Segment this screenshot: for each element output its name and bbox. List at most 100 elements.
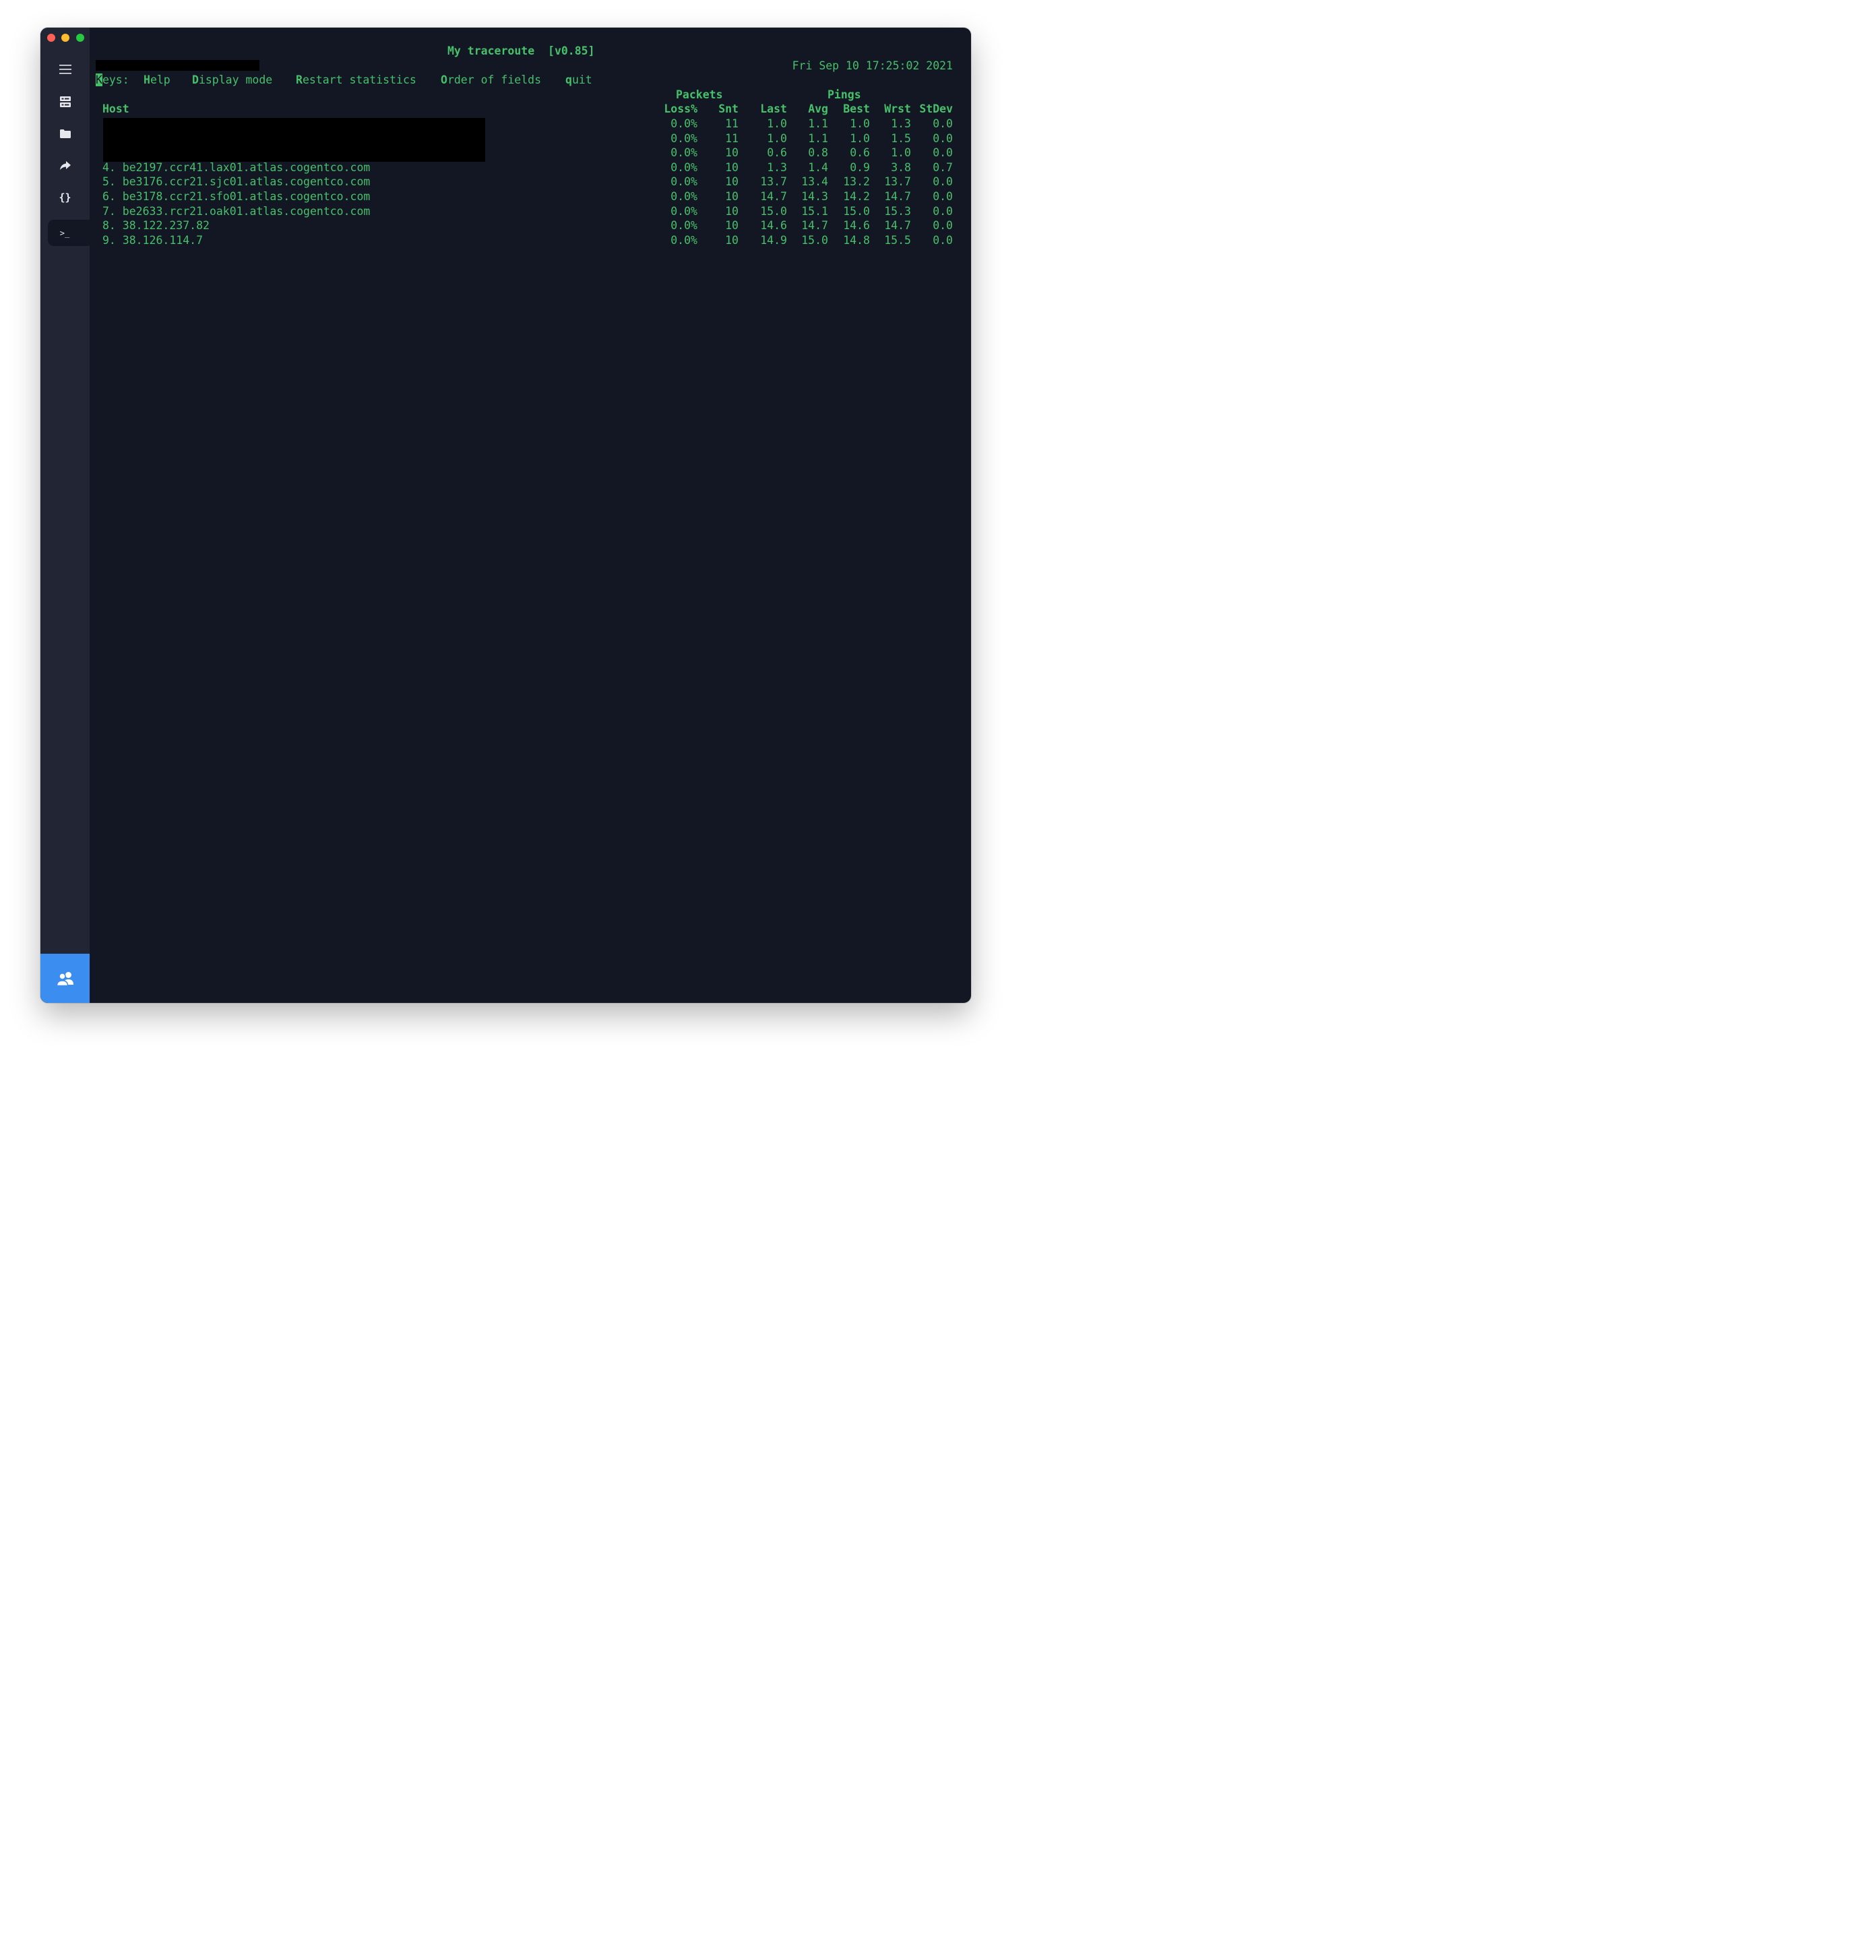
sidebar-item-files[interactable] xyxy=(40,121,90,146)
terminal[interactable]: My traceroute [v0.85] Fri Sep 10 17:25:0… xyxy=(90,28,971,1003)
hop-host: 9. 38.126.114.7 xyxy=(102,233,204,247)
hop-avg: 15.0 xyxy=(801,233,828,247)
hop-last: 1.3 xyxy=(767,160,787,174)
sidebar-item-snippets[interactable]: {} xyxy=(40,185,90,210)
hop-stdev: 0.7 xyxy=(933,160,953,174)
hop-last: 15.0 xyxy=(760,204,787,218)
hop-loss: 0.0% xyxy=(670,233,697,247)
hop-wrst: 1.3 xyxy=(891,117,911,130)
hop-best: 15.0 xyxy=(843,204,870,218)
hop-stdev: 0.0 xyxy=(933,190,953,203)
terminal-cursor: K xyxy=(96,73,102,86)
curly-braces-icon: {} xyxy=(59,191,71,204)
hop-host: 7. be2633.rcr21.oak01.atlas.cogentco.com xyxy=(102,204,371,218)
col-header-host: Host xyxy=(102,102,129,115)
hop-last: 14.6 xyxy=(760,219,787,233)
hop-stdev: 0.0 xyxy=(933,131,953,145)
keys-bar: Keys: xyxy=(96,73,129,88)
hop-snt: 10 xyxy=(725,175,739,189)
hop-wrst: 15.3 xyxy=(884,204,911,218)
group-packets-header: Packets xyxy=(676,88,723,101)
hop-host: 4. be2197.ccr41.lax01.atlas.cogentco.com xyxy=(102,160,371,174)
hop-wrst: 13.7 xyxy=(884,175,911,189)
hop-wrst: 14.7 xyxy=(884,190,911,203)
col-header-best: Best xyxy=(843,102,870,115)
sidebar-item-terminal[interactable]: >_ xyxy=(48,220,90,246)
hop-best: 0.6 xyxy=(850,146,870,160)
zoom-window-button[interactable] xyxy=(76,34,84,42)
hop-wrst: 1.0 xyxy=(891,146,911,160)
hop-stdev: 0.0 xyxy=(933,117,953,130)
key-help[interactable]: Help xyxy=(144,73,170,88)
hop-wrst: 14.7 xyxy=(884,219,911,233)
hop-loss: 0.0% xyxy=(670,190,697,203)
key-order-of-fields[interactable]: Order of fields xyxy=(441,73,541,88)
col-header-last: Last xyxy=(760,102,787,115)
hop-snt: 10 xyxy=(725,219,739,233)
hop-last: 14.9 xyxy=(760,233,787,247)
col-header-loss: Loss% xyxy=(664,102,697,115)
hop-snt: 10 xyxy=(725,160,739,174)
col-header-stdev: StDev xyxy=(919,102,953,115)
hop-best: 1.0 xyxy=(850,131,870,145)
hop-last: 13.7 xyxy=(760,175,787,189)
server-icon xyxy=(59,96,71,107)
hop-loss: 0.0% xyxy=(670,146,697,160)
key-quit[interactable]: quit xyxy=(565,73,592,88)
hop-avg: 14.7 xyxy=(801,219,828,233)
hop-wrst: 1.5 xyxy=(891,131,911,145)
hop-last: 0.6 xyxy=(767,146,787,160)
hop-loss: 0.0% xyxy=(670,204,697,218)
sidebar-item-menu[interactable] xyxy=(40,57,90,82)
hop-best: 14.2 xyxy=(843,190,870,203)
key-display-mode[interactable]: Display mode xyxy=(192,73,272,88)
hop-stdev: 0.0 xyxy=(933,219,953,233)
sidebar: {} >_ xyxy=(40,28,90,1003)
hop-loss: 0.0% xyxy=(670,160,697,174)
sidebar-item-port-forwarding[interactable] xyxy=(40,154,90,178)
group-pings-header: Pings xyxy=(827,88,861,101)
hop-snt: 10 xyxy=(725,190,739,203)
hop-snt: 10 xyxy=(725,146,739,160)
hop-loss: 0.0% xyxy=(670,219,697,233)
hop-loss: 0.0% xyxy=(670,175,697,189)
close-window-button[interactable] xyxy=(47,34,55,42)
hop-best: 0.9 xyxy=(850,160,870,174)
col-header-wrst: Wrst xyxy=(884,102,911,115)
hop-best: 14.6 xyxy=(843,219,870,233)
hop-last: 1.0 xyxy=(767,131,787,145)
hop-host: 8. 38.122.237.82 xyxy=(102,219,210,233)
hop-avg: 15.1 xyxy=(801,204,828,218)
hop-host: 6. be3178.ccr21.sfo01.atlas.cogentco.com xyxy=(102,190,371,203)
hop-best: 1.0 xyxy=(850,117,870,130)
hop-best: 13.2 xyxy=(843,175,870,189)
team-button[interactable] xyxy=(40,954,90,1003)
hop-host: 5. be3176.ccr21.sjc01.atlas.cogentco.com xyxy=(102,175,371,189)
page-title: My traceroute [v0.85] xyxy=(447,44,595,57)
hop-stdev: 0.0 xyxy=(933,233,953,247)
sidebar-item-hosts[interactable] xyxy=(40,90,90,114)
hamburger-menu-icon xyxy=(59,65,71,74)
datetime: Fri Sep 10 17:25:02 2021 xyxy=(792,59,953,72)
hop-last: 14.7 xyxy=(760,190,787,203)
hop-stdev: 0.0 xyxy=(933,175,953,189)
hop-last: 1.0 xyxy=(767,117,787,130)
hop-avg: 1.4 xyxy=(808,160,828,174)
hop-avg: 1.1 xyxy=(808,117,828,130)
hop-avg: 1.1 xyxy=(808,131,828,145)
col-header-avg: Avg xyxy=(808,102,828,115)
terminal-icon: >_ xyxy=(59,228,70,238)
redacted-hostname xyxy=(96,60,259,71)
hop-stdev: 0.0 xyxy=(933,146,953,160)
forward-arrow-icon xyxy=(59,161,71,170)
key-restart-statistics[interactable]: Restart statistics xyxy=(296,73,416,88)
hop-loss: 0.0% xyxy=(670,117,697,130)
hop-wrst: 3.8 xyxy=(891,160,911,174)
hop-best: 14.8 xyxy=(843,233,870,247)
app-window: {} >_ My traceroute [v0.85] Fri Sep 10 1… xyxy=(40,28,971,1003)
minimize-window-button[interactable] xyxy=(61,34,69,42)
hop-snt: 10 xyxy=(725,204,739,218)
hop-avg: 14.3 xyxy=(801,190,828,203)
hop-loss: 0.0% xyxy=(670,131,697,145)
redacted-hops xyxy=(103,118,485,162)
